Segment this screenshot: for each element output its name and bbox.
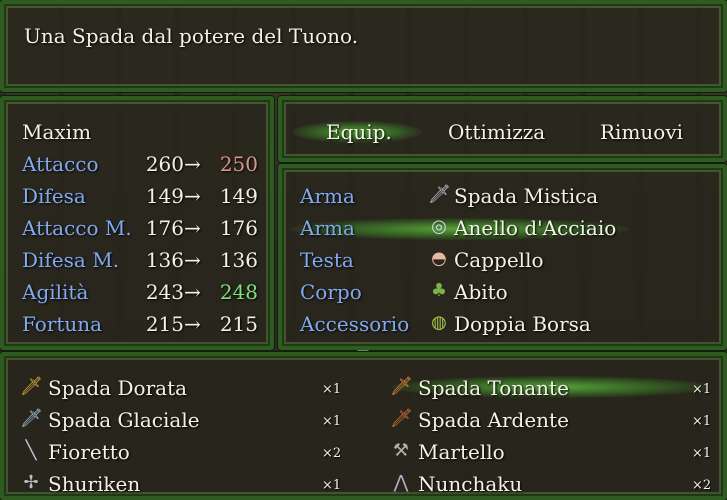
item-count: ×2 bbox=[322, 446, 342, 461]
shuriken-icon: ✢ bbox=[23, 472, 39, 493]
slot-item[interactable]: Cappello bbox=[454, 248, 544, 272]
stat-new: 248 bbox=[219, 280, 258, 304]
item-name[interactable]: Nunchaku bbox=[418, 472, 522, 496]
rapier-icon: ╲ bbox=[25, 440, 37, 461]
slot-label[interactable]: Arma bbox=[300, 184, 355, 208]
command-window: Equip. Ottimizza Rimuovi bbox=[278, 96, 727, 162]
stat-current: 149 bbox=[145, 184, 184, 208]
stat-current: 260 bbox=[145, 152, 184, 176]
item-count: ×2 bbox=[692, 478, 712, 493]
sword-icon: 🗡 bbox=[428, 184, 451, 205]
stat-arrow: → bbox=[184, 216, 201, 240]
command-remove[interactable]: Rimuovi bbox=[600, 120, 683, 144]
item-name[interactable]: Spada Dorata bbox=[48, 376, 187, 400]
item-count: ×1 bbox=[692, 382, 712, 397]
stat-label: Difesa M. bbox=[22, 248, 120, 272]
stat-new: 215 bbox=[219, 312, 258, 336]
nunchaku-icon: ⋀ bbox=[393, 472, 409, 493]
ring-icon: ◎ bbox=[431, 216, 447, 237]
stat-new: 149 bbox=[219, 184, 258, 208]
item-count: ×1 bbox=[692, 446, 712, 461]
command-equip[interactable]: Equip. bbox=[326, 120, 392, 144]
stat-label: Fortuna bbox=[22, 312, 103, 336]
actor-name: Maxim bbox=[22, 120, 92, 144]
hammer-icon: ⚒ bbox=[392, 440, 410, 461]
stat-label: Agilità bbox=[22, 280, 89, 304]
stat-new: 136 bbox=[219, 248, 258, 272]
hat-icon: ◓ bbox=[431, 248, 447, 269]
fire-sword-icon: 🗡 bbox=[390, 408, 413, 429]
item-name[interactable]: Spada Tonante bbox=[418, 376, 569, 400]
slot-label[interactable]: Testa bbox=[300, 248, 354, 272]
item-name[interactable]: Fioretto bbox=[48, 440, 130, 464]
stat-arrow: → bbox=[184, 152, 201, 176]
bag-icon: ◍ bbox=[431, 312, 447, 333]
stat-label: Attacco bbox=[22, 152, 99, 176]
stat-arrow: → bbox=[184, 312, 201, 336]
item-name[interactable]: Spada Glaciale bbox=[48, 408, 200, 432]
item-name[interactable]: Shuriken bbox=[48, 472, 140, 496]
status-window: Maxim Attacco 260 → 250 Difesa 149 → 149… bbox=[0, 96, 274, 350]
item-count: ×1 bbox=[322, 414, 342, 429]
item-name[interactable]: Martello bbox=[418, 440, 505, 464]
item-list-window: 🗡 Spada Dorata ×1 🗡 Spada Tonante ×1 🗡 S… bbox=[0, 352, 727, 500]
help-text: Una Spada dal potere del Tuono. bbox=[24, 24, 359, 48]
ice-sword-icon: 🗡 bbox=[20, 408, 43, 429]
gold-sword-icon: 🗡 bbox=[20, 376, 43, 397]
stat-new: 250 bbox=[219, 152, 258, 176]
armor-icon: ♣ bbox=[430, 280, 448, 301]
stat-label: Difesa bbox=[22, 184, 86, 208]
help-window: Una Spada dal potere del Tuono. bbox=[0, 0, 727, 92]
stat-arrow: → bbox=[184, 248, 201, 272]
slot-label[interactable]: Accessorio bbox=[300, 312, 409, 336]
stat-arrow: → bbox=[184, 184, 201, 208]
slot-item[interactable]: Doppia Borsa bbox=[454, 312, 591, 336]
stat-label: Attacco M. bbox=[22, 216, 132, 240]
slot-item[interactable]: Anello d'Acciaio bbox=[454, 216, 616, 240]
item-count: ×1 bbox=[692, 414, 712, 429]
slot-label[interactable]: Corpo bbox=[300, 280, 362, 304]
stat-current: 136 bbox=[145, 248, 184, 272]
thunder-sword-icon: 🗡 bbox=[390, 376, 413, 397]
command-optimize[interactable]: Ottimizza bbox=[448, 120, 545, 144]
stat-current: 215 bbox=[145, 312, 184, 336]
slot-item[interactable]: Abito bbox=[454, 280, 508, 304]
slot-label[interactable]: Arma bbox=[300, 216, 355, 240]
item-name[interactable]: Spada Ardente bbox=[418, 408, 569, 432]
stat-current: 176 bbox=[145, 216, 184, 240]
stat-arrow: → bbox=[184, 280, 201, 304]
stat-new: 176 bbox=[219, 216, 258, 240]
item-count: ×1 bbox=[322, 478, 342, 493]
stat-current: 243 bbox=[145, 280, 184, 304]
slot-item[interactable]: Spada Mistica bbox=[454, 184, 598, 208]
item-count: ×1 bbox=[322, 382, 342, 397]
equip-slots-window: Arma 🗡 Spada Mistica Arma ◎ Anello d'Acc… bbox=[278, 164, 727, 350]
